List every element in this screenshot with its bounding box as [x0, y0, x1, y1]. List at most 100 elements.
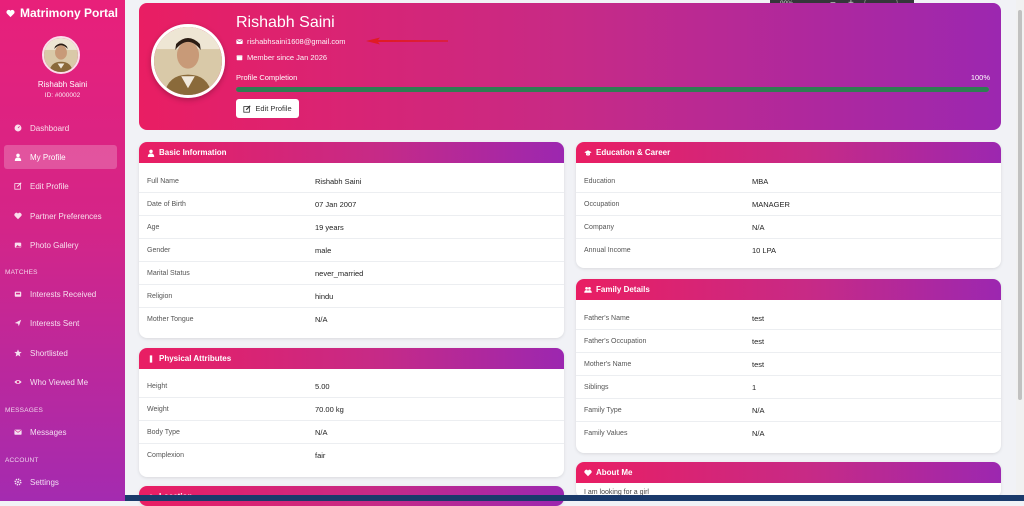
field-value: never_married	[315, 269, 364, 278]
field-value: 19 years	[315, 223, 344, 232]
profile-completion-value: 100%	[970, 73, 990, 82]
card-header: Physical Attributes	[139, 348, 564, 369]
sidebar-item-interests-received[interactable]: Interests Received	[4, 282, 117, 306]
field-label: Annual Income	[584, 247, 631, 254]
field-value: Rishabh Saini	[315, 177, 362, 186]
info-row-fathers-name: Father's Name test	[576, 307, 1001, 330]
education-career-card: Education & Career Education MBA Occupati…	[576, 142, 1001, 268]
sidebar-item-label: Who Viewed Me	[30, 377, 89, 387]
sidebar-item-shortlisted[interactable]: Shortlisted	[4, 341, 117, 365]
sidebar-item-partner-preferences[interactable]: Partner Preferences	[4, 204, 117, 228]
envelope-icon	[236, 39, 243, 44]
sidebar-avatar	[42, 36, 80, 74]
field-value: N/A	[752, 429, 765, 438]
card-title: Basic Information	[159, 148, 227, 157]
profile-completion-label: Profile Completion	[236, 73, 298, 82]
field-label: Religion	[147, 293, 173, 300]
sidebar-user-name: Rishabh Saini	[37, 80, 88, 89]
gear-icon	[14, 478, 22, 486]
field-value: test	[752, 314, 765, 323]
field-label: Mother's Name	[584, 361, 632, 368]
field-label: Age	[147, 224, 160, 231]
sidebar-item-label: My Profile	[30, 152, 66, 162]
sidebar-item-interests-sent[interactable]: Interests Sent	[4, 311, 117, 335]
sidebar-item-label: Messages	[30, 427, 67, 437]
sidebar-item-label: Photo Gallery	[30, 240, 79, 250]
info-row-education: Education MBA	[576, 170, 1001, 193]
sidebar: Matrimony Portal Rishabh Saini ID: #0000…	[0, 0, 125, 501]
sidebar-item-dashboard[interactable]: Dashboard	[4, 116, 117, 140]
heart-icon	[14, 212, 22, 220]
field-label: Mother Tongue	[147, 316, 194, 323]
field-label: Marital Status	[147, 270, 190, 277]
education-rows: Education MBA Occupation MANAGER Company N/…	[576, 163, 1001, 262]
physical-rows: Height 5.00 Weight 70.00 kg Body Type N/A C…	[139, 369, 564, 467]
sidebar-item-messages[interactable]: Messages	[4, 420, 117, 444]
field-label: Father's Occupation	[584, 338, 647, 345]
info-row-family-values: Family Values N/A	[576, 422, 1001, 445]
sidebar-item-label: Interests Received	[30, 289, 97, 299]
card-header: Education & Career	[576, 142, 1001, 163]
field-value: MANAGER	[752, 200, 790, 209]
info-row-occupation: Occupation MANAGER	[576, 193, 1001, 216]
basic-information-card: Basic Information Full Name Rishabh Saini…	[139, 142, 564, 338]
info-row-annual-income: Annual Income 10 LPA	[576, 239, 1001, 262]
edit-icon	[14, 182, 22, 190]
field-value: N/A	[315, 428, 328, 437]
sidebar-item-my-profile[interactable]: My Profile	[4, 145, 117, 169]
sidebar-item-label: Edit Profile	[30, 181, 69, 191]
info-row-age: Age 19 years	[139, 216, 564, 239]
inbox-icon	[14, 291, 22, 297]
graduation-cap-icon	[584, 149, 592, 156]
field-label: Date of Birth	[147, 201, 186, 208]
section-label-matches: MATCHES	[5, 269, 38, 276]
field-value: 1	[752, 383, 757, 392]
page-scrollbar[interactable]	[1016, 0, 1024, 495]
calendar-icon	[236, 55, 243, 61]
field-label: Family Values	[584, 430, 628, 437]
card-title: Physical Attributes	[159, 354, 232, 363]
info-row-dob: Date of Birth 07 Jan 2007	[139, 193, 564, 216]
profile-header: Rishabh Saini rishabhsaini1608@gmail.com…	[139, 3, 1001, 130]
envelope-icon	[14, 429, 22, 435]
card-header: Family Details	[576, 279, 1001, 300]
sidebar-item-label: Shortlisted	[30, 348, 68, 358]
images-icon	[14, 242, 22, 248]
field-label: Family Type	[584, 407, 622, 414]
info-row-family-type: Family Type N/A	[576, 399, 1001, 422]
physical-attributes-card: Physical Attributes Height 5.00 Weight 70.…	[139, 348, 564, 477]
field-value: 5.00	[315, 382, 330, 391]
sidebar-item-who-viewed-me[interactable]: Who Viewed Me	[4, 370, 117, 394]
profile-completion-bar	[236, 87, 989, 92]
member-since-text: Member since Jan 2026	[247, 53, 328, 62]
field-label: Height	[147, 383, 168, 390]
card-title: Family Details	[596, 285, 650, 294]
info-row-height: Height 5.00	[139, 375, 564, 398]
family-rows: Father's Name test Father's Occupation tes…	[576, 300, 1001, 445]
field-label: Siblings	[584, 384, 609, 391]
info-row-full-name: Full Name Rishabh Saini	[139, 170, 564, 193]
field-label: Body Type	[147, 429, 180, 436]
sidebar-item-label: Dashboard	[30, 123, 70, 133]
info-row-fathers-occupation: Father's Occupation test	[576, 330, 1001, 353]
field-value: test	[752, 360, 765, 369]
field-value: test	[752, 337, 765, 346]
brand[interactable]: Matrimony Portal	[6, 6, 118, 20]
basic-info-rows: Full Name Rishabh Saini Date of Birth 07 J…	[139, 163, 564, 331]
info-row-gender: Gender male	[139, 239, 564, 262]
field-label: Gender	[147, 247, 171, 254]
field-value: 07 Jan 2007	[315, 200, 357, 209]
user-icon	[14, 153, 22, 161]
field-value: N/A	[752, 406, 765, 415]
sidebar-item-settings[interactable]: Settings	[4, 470, 117, 494]
field-label: Company	[584, 224, 614, 231]
profile-email-text: rishabhsaini1608@gmail.com	[247, 37, 346, 46]
profile-email: rishabhsaini1608@gmail.com	[236, 37, 346, 46]
sidebar-item-label: Partner Preferences	[30, 211, 102, 221]
edit-profile-button[interactable]: Edit Profile	[236, 99, 299, 118]
card-title: About Me	[596, 468, 633, 477]
scrollbar-thumb[interactable]	[1018, 10, 1022, 400]
sidebar-item-photo-gallery[interactable]: Photo Gallery	[4, 233, 117, 257]
field-label: Full Name	[147, 178, 179, 185]
sidebar-item-edit-profile[interactable]: Edit Profile	[4, 174, 117, 198]
